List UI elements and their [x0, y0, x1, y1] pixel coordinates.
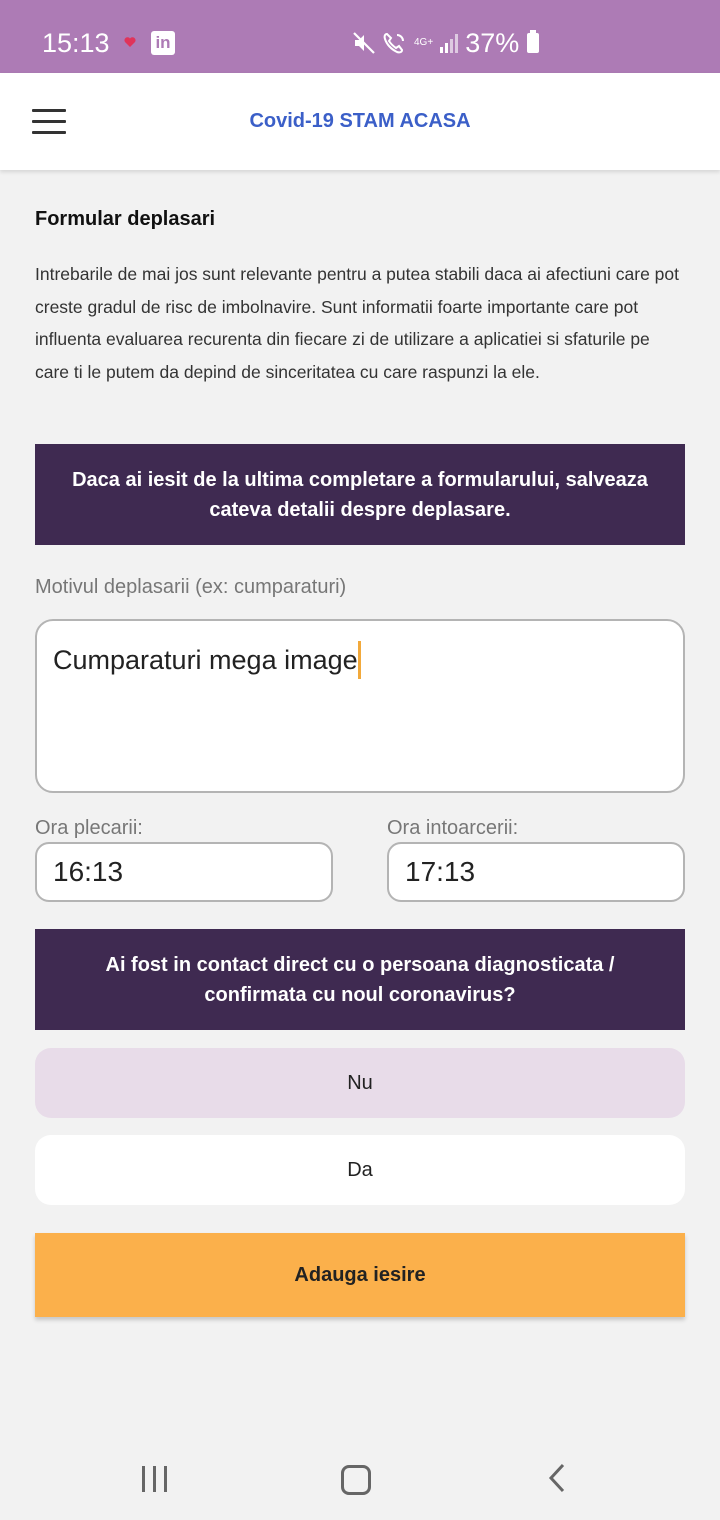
option-no-button[interactable]: Nu [35, 1048, 685, 1118]
text-cursor [357, 641, 361, 679]
status-bar: 15:13 in 4G+ 37% [0, 0, 720, 73]
network-type: 4G+ [414, 37, 434, 48]
heart-icon [124, 37, 136, 47]
return-time-value: 17:13 [405, 856, 476, 887]
mute-icon [353, 32, 375, 54]
recents-icon[interactable] [140, 1466, 170, 1492]
trip-info-banner-text: Daca ai iesit de la ultima completare a … [72, 468, 648, 521]
departure-time-label: Ora plecarii: [35, 817, 143, 839]
wifi-call-icon [383, 32, 404, 54]
contact-question-text: Ai fost in contact direct cu o persoana … [105, 953, 615, 1006]
hamburger-menu-icon[interactable] [32, 109, 66, 135]
system-nav-bar [0, 1436, 720, 1520]
linkedin-icon: in [151, 31, 175, 55]
battery-icon [527, 30, 540, 53]
signal-icon [440, 34, 459, 53]
app-title: Covid-19 STAM ACASA [249, 110, 471, 132]
back-icon[interactable] [545, 1462, 569, 1494]
intro-text: Intrebarile de mai jos sunt relevante pe… [35, 264, 679, 382]
return-time-input[interactable]: 17:13 [387, 842, 685, 902]
reason-input[interactable]: Cumparaturi mega image [35, 619, 685, 793]
app-bar: Covid-19 STAM ACASA [0, 73, 720, 170]
reason-label: Motivul deplasarii (ex: cumparaturi) [35, 576, 347, 598]
status-indicators: 4G+ 37% [352, 26, 540, 60]
departure-time-value: 16:13 [53, 856, 124, 887]
reason-value: Cumparaturi mega image [53, 645, 358, 675]
departure-time-input[interactable]: 16:13 [35, 842, 333, 902]
return-time-label: Ora intoarcerii: [387, 817, 519, 839]
status-time: 15:13 [42, 28, 110, 58]
add-trip-button[interactable]: Adauga iesire [35, 1233, 685, 1317]
contact-question-banner: Ai fost in contact direct cu o persoana … [35, 929, 685, 1030]
form-heading: Formular deplasari [35, 208, 216, 230]
option-yes-button[interactable]: Da [35, 1135, 685, 1205]
trip-info-banner: Daca ai iesit de la ultima completare a … [35, 444, 685, 545]
home-icon[interactable] [341, 1465, 371, 1495]
battery-percent: 37% [465, 28, 520, 58]
